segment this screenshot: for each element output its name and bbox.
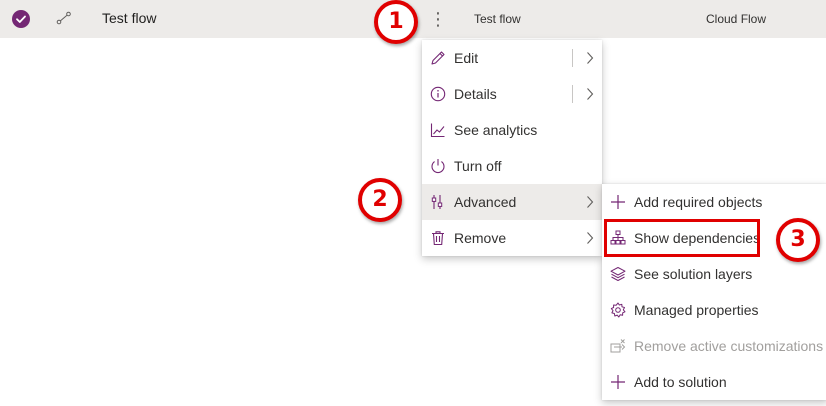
submenu-item-add-required-objects[interactable]: Add required objects (602, 184, 826, 220)
context-menu: Edit Details See analytics Turn off Adva… (422, 40, 602, 256)
checkmark-icon[interactable] (12, 10, 30, 28)
menu-item-advanced[interactable]: Advanced (422, 184, 602, 220)
info-icon (430, 86, 446, 102)
gear-icon (610, 302, 626, 318)
pencil-icon (430, 50, 446, 66)
chevron-right-icon[interactable] (586, 51, 594, 70)
submenu-item-label: Remove active customizations (634, 338, 824, 354)
advanced-icon (430, 194, 446, 210)
chevron-right-icon (586, 195, 594, 214)
plus-icon (610, 374, 626, 390)
submenu-item-label: Add to solution (634, 374, 727, 390)
callout-step-2: 2 (358, 178, 402, 222)
callout-step-1: 1 (374, 0, 418, 44)
layers-icon (610, 266, 626, 282)
menu-item-see-analytics[interactable]: See analytics (422, 112, 602, 148)
menu-item-label: Edit (454, 50, 479, 66)
flow-type: Cloud Flow (706, 12, 767, 26)
submenu-item-label: Managed properties (634, 302, 759, 318)
chevron-right-icon (586, 231, 594, 250)
remove-customizations-icon (610, 338, 626, 354)
power-icon (430, 158, 446, 174)
flow-display-name: Test flow (474, 12, 521, 26)
trash-icon (430, 230, 446, 246)
submenu-item-managed-properties[interactable]: Managed properties (602, 292, 826, 328)
menu-item-edit[interactable]: Edit (422, 40, 602, 76)
menu-item-details[interactable]: Details (422, 76, 602, 112)
advanced-submenu: Add required objects Show dependencies S… (602, 184, 826, 400)
flow-icon (56, 11, 72, 30)
more-icon[interactable]: ⋮ (428, 6, 448, 32)
split-divider (572, 85, 573, 103)
chevron-right-icon[interactable] (586, 87, 594, 106)
menu-item-label: Details (454, 86, 497, 102)
submenu-item-label: Add required objects (634, 194, 763, 210)
analytics-icon (430, 122, 446, 138)
split-divider (572, 49, 573, 67)
submenu-item-add-to-solution[interactable]: Add to solution (602, 364, 826, 400)
show-dependencies-highlight (604, 219, 760, 257)
menu-item-label: Remove (454, 230, 507, 246)
callout-step-3: 3 (776, 218, 820, 262)
menu-item-label: See analytics (454, 122, 538, 138)
submenu-item-remove-active-customizations[interactable]: Remove active customizations (602, 328, 826, 364)
menu-item-turn-off[interactable]: Turn off (422, 148, 602, 184)
menu-item-label: Advanced (454, 194, 517, 210)
flow-name[interactable]: Test flow (102, 10, 156, 26)
menu-item-label: Turn off (454, 158, 502, 174)
submenu-item-label: See solution layers (634, 266, 753, 282)
plus-icon (610, 194, 626, 210)
menu-item-remove[interactable]: Remove (422, 220, 602, 256)
